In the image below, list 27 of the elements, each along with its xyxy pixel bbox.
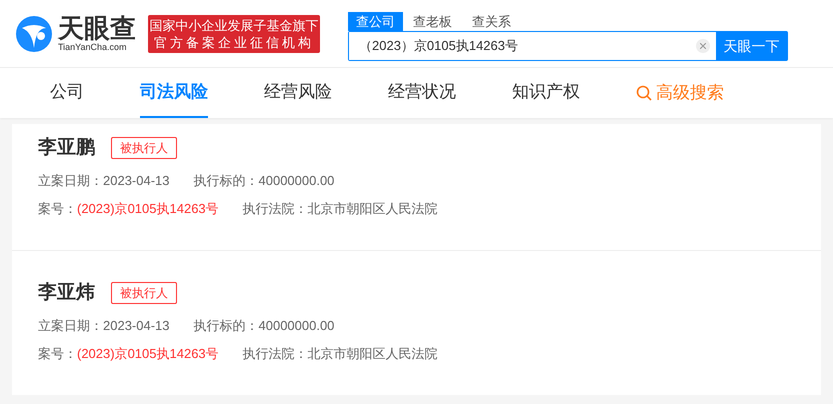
search-tab[interactable]: 查公司 bbox=[348, 12, 403, 31]
logo-name: 天眼查 bbox=[58, 15, 136, 41]
case-field: 立案日期：2023-04-13 bbox=[38, 317, 170, 335]
nav-tab[interactable]: 经营风险 bbox=[264, 68, 332, 118]
case-field: 案号：(2023)京0105执14263号 bbox=[38, 345, 219, 363]
person-name[interactable]: 李亚炜 bbox=[38, 278, 95, 308]
nav-tab[interactable]: 司法风险 bbox=[140, 68, 208, 118]
case-field: 立案日期：2023-04-13 bbox=[38, 172, 170, 190]
logo-domain: TianYanCha.com bbox=[58, 43, 128, 52]
case-field: 案号：(2023)京0105执14263号 bbox=[38, 200, 219, 218]
search-icon bbox=[636, 85, 652, 101]
nav-tab[interactable]: 经营状况 bbox=[388, 68, 456, 118]
logo-icon bbox=[14, 14, 54, 54]
person-name[interactable]: 李亚鹏 bbox=[38, 134, 95, 162]
role-tag: 被执行人 bbox=[111, 137, 177, 159]
nav-tab[interactable]: 知识产权 bbox=[512, 68, 580, 118]
case-field: 执行标的：40000000.00 bbox=[194, 172, 334, 190]
case-field: 执行法院：北京市朝阳区人民法院 bbox=[242, 345, 438, 363]
search-tab[interactable]: 查关系 bbox=[462, 12, 521, 31]
nav-tab[interactable]: 公司 bbox=[50, 68, 84, 118]
role-tag: 被执行人 bbox=[111, 282, 177, 304]
case-field: 执行标的：40000000.00 bbox=[194, 317, 334, 335]
banner-text: 国家中小企业发展子基金旗下 bbox=[150, 16, 318, 34]
search-tab[interactable]: 查老板 bbox=[403, 12, 462, 31]
case-field: 执行法院：北京市朝阳区人民法院 bbox=[242, 200, 438, 218]
banner-text: 官方备案企业征信机构 bbox=[154, 34, 314, 50]
advanced-search-label: 高级搜索 bbox=[656, 82, 724, 104]
